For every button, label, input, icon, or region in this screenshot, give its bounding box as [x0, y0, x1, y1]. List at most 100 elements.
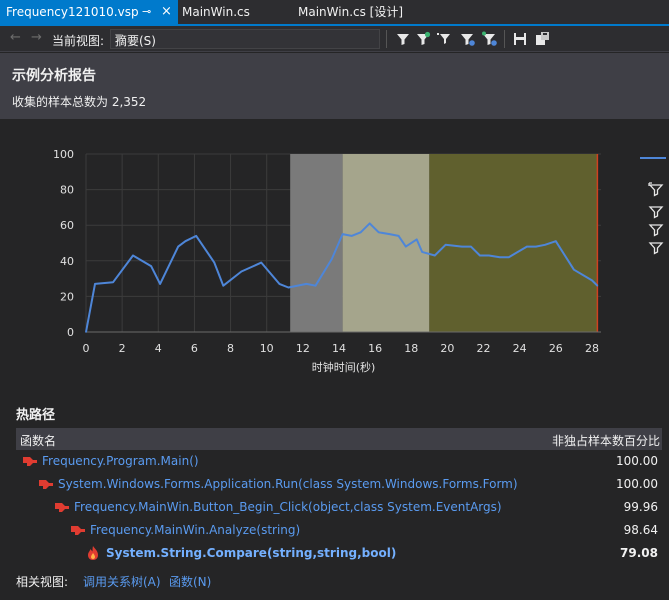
close-icon[interactable]: ×	[161, 0, 172, 24]
y-tick-label: 40	[60, 255, 74, 268]
functions-link[interactable]: 函数(N)	[169, 573, 211, 590]
data-point	[359, 231, 362, 234]
data-point	[444, 243, 447, 246]
data-point	[314, 284, 317, 287]
x-tick-label: 16	[368, 342, 382, 355]
y-tick-label: 60	[60, 219, 74, 232]
data-point	[555, 240, 557, 243]
back-arrow-icon[interactable]: ←	[10, 30, 21, 45]
filter-icon[interactable]	[394, 30, 412, 48]
hot-path-arrow-icon	[39, 480, 53, 489]
filter-add-icon[interactable]	[458, 30, 476, 48]
x-tick-label: 4	[155, 342, 162, 355]
data-point	[368, 222, 371, 225]
percent-value: 79.08	[620, 546, 658, 560]
data-point	[94, 283, 96, 285]
data-point	[470, 245, 472, 248]
data-point	[85, 331, 87, 333]
data-point	[433, 254, 436, 257]
data-point	[461, 245, 463, 248]
data-point	[159, 283, 161, 285]
x-axis-label: 时钟时间(秒)	[312, 360, 376, 374]
pin-icon[interactable]: ⊸	[142, 0, 151, 24]
tab-label: MainWin.cs	[182, 5, 250, 19]
data-point	[544, 243, 546, 246]
tab-mainwin-cs[interactable]: MainWin.cs	[176, 0, 286, 24]
data-point	[377, 231, 380, 234]
hot-path-arrow-icon	[71, 526, 85, 535]
filter-clear-icon[interactable]	[414, 30, 432, 48]
data-point	[397, 235, 400, 237]
tab-label: MainWin.cs [设计]	[298, 5, 404, 19]
document-tab-strip: Frequency121010.vsp ⊸ × MainWin.cs MainW…	[0, 0, 669, 26]
function-name[interactable]: System.Windows.Forms.Application.Run(cla…	[58, 477, 518, 491]
function-name[interactable]: Frequency.Program.Main()	[42, 454, 199, 468]
column-header-function[interactable]: 函数名	[20, 432, 56, 449]
data-point	[350, 235, 353, 237]
data-point	[508, 256, 510, 259]
data-point	[388, 233, 391, 235]
cpu-usage-chart[interactable]: 0204060801000 2 4 6 8 10 12 14 16 18 20 22 24 26 28时钟时…	[0, 130, 669, 380]
filter-outline-icon[interactable]	[648, 222, 664, 238]
hot-path-header-row: 函数名 非独占样本数百分比	[16, 428, 662, 450]
hot-path-title: 热路径	[16, 408, 56, 423]
filter-outline-icon[interactable]	[648, 240, 664, 256]
x-tick-label: 14	[332, 342, 346, 355]
call-tree-link[interactable]: 调用关系树(A)	[83, 573, 161, 590]
data-point	[177, 245, 179, 248]
export-icon[interactable]	[533, 30, 551, 48]
filter-apply-icon[interactable]	[480, 30, 498, 48]
table-row[interactable]: Frequency.MainWin.Button_Begin_Click(obj…	[16, 496, 662, 519]
filter-selection-icon[interactable]	[648, 182, 664, 198]
x-tick-label: 28	[585, 342, 599, 355]
selection-region	[342, 154, 430, 332]
table-row[interactable]: System.String.Compare(string,string,bool…	[16, 542, 662, 565]
x-tick-label: 24	[513, 342, 527, 355]
selection-region	[429, 154, 598, 332]
data-point	[596, 284, 599, 287]
current-view-label: 当前视图:	[52, 34, 105, 48]
x-tick-label: 6	[191, 342, 198, 355]
current-view-select[interactable]: 摘要(S) ▼	[110, 29, 380, 49]
hot-path-table: 函数名 非独占样本数百分比 Frequency.Program.Main() 1…	[16, 428, 662, 565]
percent-value: 100.00	[616, 454, 658, 468]
percent-value: 100.00	[616, 477, 658, 491]
x-tick-label: 26	[549, 342, 563, 355]
data-point	[591, 279, 593, 282]
data-point	[260, 261, 263, 264]
tab-frequency-vsp[interactable]: Frequency121010.vsp ⊸ ×	[0, 0, 178, 24]
report-title: 示例分析报告	[12, 68, 96, 84]
selection-region	[290, 154, 343, 332]
y-tick-label: 100	[53, 148, 74, 161]
table-row[interactable]: Frequency.Program.Main() 100.00	[16, 450, 662, 473]
x-tick-label: 2	[119, 342, 126, 355]
x-tick-label: 20	[440, 342, 454, 355]
table-row[interactable]: System.Windows.Forms.Application.Run(cla…	[16, 473, 662, 496]
data-point	[421, 251, 423, 253]
column-header-percent[interactable]: 非独占样本数百分比	[552, 432, 660, 449]
tab-mainwin-design[interactable]: MainWin.cs [设计]	[292, 0, 432, 24]
function-name[interactable]: Frequency.MainWin.Analyze(string)	[90, 523, 300, 537]
filter-list-icon[interactable]	[436, 30, 454, 48]
x-tick-label: 18	[404, 342, 418, 355]
data-point	[330, 258, 333, 260]
data-point	[415, 238, 418, 241]
data-point	[499, 256, 501, 259]
toolbar-separator	[504, 30, 505, 48]
table-row[interactable]: Frequency.MainWin.Analyze(string) 98.64	[16, 519, 662, 542]
legend-line	[640, 157, 666, 159]
report-header: 示例分析报告 收集的样本总数为 2,352	[0, 53, 669, 119]
y-tick-label: 20	[60, 290, 74, 303]
forward-arrow-icon[interactable]: →	[31, 30, 42, 45]
data-point	[341, 233, 344, 235]
function-name[interactable]: Frequency.MainWin.Button_Begin_Click(obj…	[74, 500, 502, 514]
filter-outline-icon[interactable]	[648, 204, 664, 220]
data-point	[405, 245, 407, 248]
sample-total-text: 收集的样本总数为 2,352	[12, 95, 147, 109]
data-point	[213, 261, 216, 264]
flame-icon	[88, 546, 98, 560]
save-icon[interactable]	[511, 30, 529, 48]
function-name-hot[interactable]: System.String.Compare(string,string,bool…	[106, 546, 396, 560]
data-point	[479, 254, 481, 257]
data-point	[305, 283, 308, 285]
